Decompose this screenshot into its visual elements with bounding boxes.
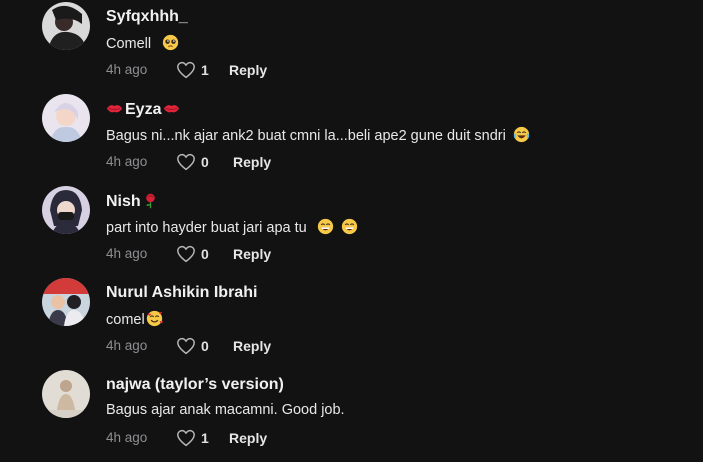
like-count: 1 [201, 430, 209, 446]
reply-button[interactable]: Reply [229, 430, 267, 446]
comment-username-text: Nish [106, 193, 141, 210]
comment-time: 4h ago [106, 62, 148, 77]
red-lips-emoji [163, 100, 180, 117]
comment-username[interactable]: Nurul Ashikin Ibrahi [106, 284, 257, 302]
comment-text-content: Comell [106, 36, 152, 52]
avatar[interactable] [42, 94, 90, 142]
comment-text: part into hayder buat jari apa tu [106, 218, 358, 236]
like-count: 0 [201, 154, 209, 170]
comment-item: Eyza Bagus ni...nk ajar ank2 buat cmni l… [0, 94, 703, 186]
smiling-hearts-emoji [146, 310, 163, 327]
like-button[interactable]: 0 [176, 245, 209, 263]
comment-item: Nish part into hayder buat jari apa tu 4… [0, 186, 703, 278]
comment-text-content: comel [106, 312, 145, 328]
reply-button[interactable]: Reply [233, 246, 271, 262]
rose-emoji [142, 192, 159, 209]
comment-item: Nurul Ashikin Ibrahi comel 4h ago 0 Repl… [0, 278, 703, 370]
tears-of-joy-emoji [513, 126, 530, 143]
comment-username[interactable]: Nish [106, 192, 159, 211]
like-button[interactable]: 1 [176, 429, 209, 447]
reply-button[interactable]: Reply [233, 338, 271, 354]
comment-text-content: Bagus ni...nk ajar ank2 buat cmni la...b… [106, 128, 506, 144]
comment-text: Bagus ni...nk ajar ank2 buat cmni la...b… [106, 126, 530, 144]
like-button[interactable]: 0 [176, 337, 209, 355]
like-button[interactable]: 1 [176, 61, 209, 79]
reply-button[interactable]: Reply [233, 154, 271, 170]
comment-item: Syfqxhhh_ Comell 4h ago 1 Reply [0, 2, 703, 94]
heart-icon [177, 61, 195, 79]
like-count: 0 [201, 338, 209, 354]
like-button[interactable]: 0 [176, 153, 209, 171]
reply-button[interactable]: Reply [229, 62, 267, 78]
comment-username[interactable]: Eyza [106, 100, 180, 119]
like-count: 1 [201, 62, 209, 78]
like-count: 0 [201, 246, 209, 262]
avatar[interactable] [42, 2, 90, 50]
comment-time: 4h ago [106, 154, 148, 169]
grinning-sweat-emoji [317, 218, 334, 235]
comment-text-content: Bagus ajar anak macamni. Good job. [106, 402, 345, 418]
heart-icon [177, 245, 195, 263]
heart-icon [177, 429, 195, 447]
heart-icon [177, 337, 195, 355]
comment-text-content: part into hayder buat jari apa tu [106, 220, 307, 236]
comment-username-text: Eyza [125, 101, 162, 118]
avatar[interactable] [42, 370, 90, 418]
comment-text: Bagus ajar anak macamni. Good job. [106, 402, 345, 418]
comment-time: 4h ago [106, 430, 148, 445]
comment-text: comel [106, 310, 163, 328]
comment-time: 4h ago [106, 338, 148, 353]
comment-username[interactable]: najwa (taylor’s version) [106, 376, 284, 394]
comment-text: Comell [106, 34, 179, 52]
red-lips-emoji [106, 100, 123, 117]
avatar[interactable] [42, 186, 90, 234]
grinning-sweat-emoji [341, 218, 358, 235]
heart-icon [177, 153, 195, 171]
comment-time: 4h ago [106, 246, 148, 261]
comment-item: najwa (taylor’s version) Bagus ajar anak… [0, 370, 703, 462]
pleading-face-emoji [162, 34, 179, 51]
avatar[interactable] [42, 278, 90, 326]
comment-username[interactable]: Syfqxhhh_ [106, 8, 188, 26]
